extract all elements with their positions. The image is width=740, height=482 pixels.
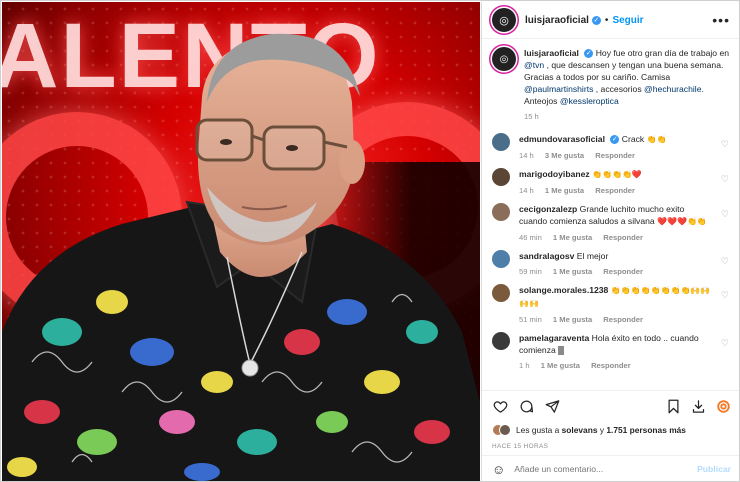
bookmark-save-icon[interactable]	[665, 398, 681, 414]
verified-icon: ✓	[591, 15, 601, 25]
comment-emoji: ❤️❤️❤️👏👏	[657, 217, 707, 226]
caption-part: , accesorios	[593, 84, 645, 94]
reply-button[interactable]: Responder	[595, 151, 635, 160]
commenter-avatar[interactable]	[492, 133, 510, 151]
comment-bubble-icon[interactable]	[518, 398, 534, 414]
likes-summary[interactable]: Les gusta a solevans y 1.751 personas má…	[492, 424, 731, 436]
comment-likes[interactable]: 1 Me gusta	[541, 361, 580, 370]
commenter-username[interactable]: marigodoyibanez	[519, 169, 590, 179]
commenter-avatar[interactable]	[492, 203, 510, 221]
caption-username[interactable]: luisjaraoficial	[524, 48, 579, 58]
likes-prefix: Les gusta a	[516, 425, 562, 435]
comment-likes[interactable]: 1 Me gusta	[553, 267, 592, 276]
likes-text: Les gusta a solevans y 1.751 personas má…	[516, 425, 686, 435]
like-comment-heart-icon[interactable]: ♡	[721, 256, 729, 267]
comment-time: 1 h	[519, 361, 530, 370]
comment-time: 14 h	[519, 151, 534, 160]
like-comment-heart-icon[interactable]: ♡	[721, 209, 729, 220]
commenter-username[interactable]: pamelagaraventa	[519, 333, 589, 343]
caption-time: 15 h	[524, 112, 539, 121]
like-comment-heart-icon[interactable]: ♡	[721, 338, 729, 349]
comment-item: pamelagaraventa Hola éxito en todo .. cu…	[492, 332, 731, 370]
likes-user[interactable]: solevans	[562, 425, 598, 435]
mention-link[interactable]: @paulmartinshirts	[524, 84, 593, 94]
follow-button[interactable]: Seguir	[612, 15, 643, 26]
comment-text: El mejor	[576, 251, 609, 261]
comment-likes[interactable]: 1 Me gusta	[553, 233, 592, 242]
like-comment-heart-icon[interactable]: ♡	[721, 290, 729, 301]
mention-link[interactable]: @tvn	[524, 60, 544, 70]
emoji-smile-icon[interactable]: ☺	[492, 462, 505, 477]
comment-item: cecigonzalezp Grande luchito mucho exito…	[492, 203, 731, 242]
commenter-avatar[interactable]	[492, 284, 510, 302]
more-options-icon[interactable]: •••	[712, 13, 730, 27]
comment-time: 46 min	[519, 233, 542, 242]
caption-avatar[interactable]: ◎	[492, 47, 516, 71]
comment-time: 14 h	[519, 186, 534, 195]
post-caption: ◎ luisjaraoficial ✓ Hoy fue otro gran dí…	[492, 47, 731, 121]
verified-icon: ✓	[584, 49, 594, 59]
share-send-icon[interactable]	[544, 398, 560, 414]
like-comment-heart-icon[interactable]: ♡	[721, 174, 729, 185]
reply-button[interactable]: Responder	[595, 186, 635, 195]
reply-button[interactable]: Responder	[591, 361, 631, 370]
commenter-username[interactable]: edmundovarasoficial	[519, 134, 605, 144]
caption-part: Hoy fue otro gran día de trabajo en	[595, 48, 730, 58]
comments-list[interactable]: ◎ luisjaraoficial ✓ Hoy fue otro gran dí…	[482, 40, 739, 390]
verified-icon: ✓	[610, 135, 620, 145]
post-timestamp: HACE 15 HORAS	[492, 443, 549, 450]
likes-count[interactable]: 1.751 personas más	[606, 425, 686, 435]
post-header: ◎ luisjaraoficial ✓ • Seguir •••	[482, 2, 739, 39]
comment-emoji: 👏👏👏👏❤️	[592, 170, 642, 179]
post-sidebar: ◎ luisjaraoficial ✓ • Seguir ••• ◎ luisj…	[481, 2, 739, 481]
inline-image-icon	[558, 346, 565, 356]
comment-text: Crack	[621, 134, 647, 144]
author-username[interactable]: luisjaraoficial	[525, 15, 589, 26]
commenter-username[interactable]: solange.morales.1238	[519, 285, 608, 295]
publish-button[interactable]: Publicar	[697, 464, 731, 474]
commenter-avatar[interactable]	[492, 332, 510, 350]
commenter-username[interactable]: sandralagosv	[519, 251, 574, 261]
mention-link[interactable]: @hechurachile	[644, 84, 701, 94]
caption-text: luisjaraoficial ✓ Hoy fue otro gran día …	[524, 47, 731, 107]
commenter-avatar[interactable]	[492, 250, 510, 268]
instagram-post-window: ALENTO ◎ luisjaraoficial ✓ • Seguir ••• …	[0, 0, 740, 482]
comment-likes[interactable]: 1 Me gusta	[553, 315, 592, 324]
mention-link[interactable]: @kessleroptica	[560, 96, 619, 106]
post-actions: Les gusta a solevans y 1.751 personas má…	[482, 390, 739, 450]
comment-input[interactable]	[514, 464, 698, 474]
person-illustration	[2, 33, 480, 481]
download-icon[interactable]	[690, 398, 706, 414]
comment-item: solange.morales.1238 👏👏👏👏👏👏👏👏🙌🙌🙌🙌 51 min…	[492, 284, 731, 324]
comment-emoji: 👏👏	[646, 135, 667, 144]
like-heart-icon[interactable]	[492, 398, 508, 414]
like-comment-heart-icon[interactable]: ♡	[721, 139, 729, 150]
comment-item: sandralagosv El mejor 59 min 1 Me gusta …	[492, 250, 731, 276]
reply-button[interactable]: Responder	[603, 233, 643, 242]
add-comment-bar: ☺ Publicar	[482, 455, 739, 481]
comment-likes[interactable]: 1 Me gusta	[545, 186, 584, 195]
caption-part: , que descansen y tengan una buena seman…	[524, 60, 724, 82]
author-avatar[interactable]: ◎	[492, 8, 516, 32]
commenter-avatar[interactable]	[492, 168, 510, 186]
comment-item: marigodoyibanez 👏👏👏👏❤️ 14 h 1 Me gusta R…	[492, 168, 731, 195]
post-photo[interactable]: ALENTO	[2, 2, 480, 481]
comment-time: 59 min	[519, 267, 542, 276]
comment-item: edmundovarasoficial ✓ Crack 👏👏 14 h 3 Me…	[492, 133, 731, 160]
liker-avatar	[499, 424, 511, 436]
reply-button[interactable]: Responder	[603, 267, 643, 276]
reply-button[interactable]: Responder	[603, 315, 643, 324]
comment-likes[interactable]: 3 Me gusta	[545, 151, 584, 160]
commenter-username[interactable]: cecigonzalezp	[519, 204, 577, 214]
separator-dot: •	[604, 14, 609, 26]
comment-time: 51 min	[519, 315, 542, 324]
extension-icon[interactable]	[715, 398, 731, 414]
